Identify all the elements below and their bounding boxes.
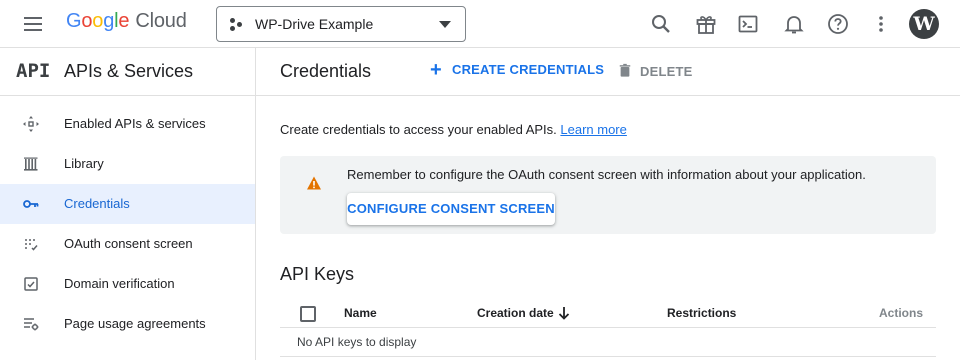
sidebar-item-enabled-apis[interactable]: Enabled APIs & services: [0, 104, 255, 144]
sidebar-item-oauth-consent[interactable]: OAuth consent screen: [0, 224, 255, 264]
page-usage-icon: [22, 315, 40, 333]
oauth-notice: Remember to configure the OAuth consent …: [280, 156, 936, 234]
column-creation-date[interactable]: Creation date: [477, 306, 554, 320]
create-credentials-label: CREATE CREDENTIALS: [452, 62, 605, 77]
library-icon: [22, 155, 40, 173]
logo-letter: g: [103, 10, 115, 32]
trash-icon: [618, 62, 634, 80]
learn-more-link[interactable]: Learn more: [560, 122, 626, 137]
gift-icon[interactable]: [692, 10, 720, 38]
google-wordmark: Google: [66, 10, 130, 32]
help-icon[interactable]: [824, 10, 852, 38]
oauth-consent-icon: [22, 235, 40, 253]
menu-icon[interactable]: [22, 14, 46, 34]
notice-message: Remember to configure the OAuth consent …: [347, 167, 866, 182]
warning-icon: [306, 175, 322, 191]
sidebar-item-domain-verification[interactable]: Domain verification: [0, 264, 255, 304]
column-restrictions[interactable]: Restrictions: [667, 306, 736, 320]
google-cloud-logo[interactable]: Google Cloud: [66, 10, 187, 33]
logo-letter: e: [118, 10, 130, 32]
logo-product: Cloud: [135, 10, 187, 32]
logo-letter: G: [66, 10, 82, 32]
key-icon: [22, 195, 40, 213]
sidebar-item-label: Library: [64, 156, 104, 171]
plus-icon: +: [430, 59, 442, 81]
delete-button[interactable]: DELETE: [618, 62, 692, 82]
sidebar-item-label: Page usage agreements: [64, 316, 206, 331]
column-actions: Actions: [879, 306, 924, 320]
notifications-icon[interactable]: [780, 10, 808, 38]
sidebar-item-page-usage[interactable]: Page usage agreements: [0, 304, 255, 344]
top-bar: Google Cloud WP-Drive Example W: [0, 0, 960, 48]
empty-table-message: No API keys to display: [297, 335, 417, 349]
page-header: Credentials + CREATE CREDENTIALS DELETE: [256, 48, 960, 96]
domain-verification-icon: [22, 275, 40, 293]
intro-message: Create credentials to access your enable…: [280, 122, 557, 137]
wordpress-avatar[interactable]: W: [909, 9, 939, 39]
more-vert-icon[interactable]: [867, 10, 895, 38]
intro-text: Create credentials to access your enable…: [280, 122, 627, 137]
api-keys-table-header: Name Creation date Restrictions Actions: [280, 298, 936, 328]
sort-descending-icon[interactable]: [556, 305, 572, 321]
sidebar-item-label: Enabled APIs & services: [64, 116, 206, 131]
api-logo: API: [16, 60, 51, 82]
sidebar-item-library[interactable]: Library: [0, 144, 255, 184]
logo-letter: o: [92, 10, 104, 32]
sidebar-item-label: Credentials: [64, 196, 130, 211]
project-name: WP-Drive Example: [255, 16, 374, 32]
logo-letter: o: [81, 10, 93, 32]
column-name[interactable]: Name: [344, 306, 377, 320]
search-icon[interactable]: [647, 10, 675, 38]
page-title: Credentials: [280, 61, 372, 81]
enabled-apis-icon: [22, 115, 40, 133]
sidebar: API APIs & Services Enabled APIs & servi…: [0, 48, 256, 360]
configure-consent-screen-button[interactable]: CONFIGURE CONSENT SCREEN: [347, 193, 555, 225]
project-selector[interactable]: WP-Drive Example: [216, 6, 466, 42]
cloud-shell-icon[interactable]: [734, 10, 762, 38]
chevron-down-icon: [439, 21, 451, 28]
table-divider: [280, 356, 936, 357]
sidebar-item-label: Domain verification: [64, 276, 175, 291]
sidebar-title: APIs & Services: [64, 61, 194, 81]
sidebar-item-label: OAuth consent screen: [64, 236, 193, 251]
create-credentials-button[interactable]: + CREATE CREDENTIALS: [430, 59, 605, 82]
api-keys-title: API Keys: [280, 264, 355, 284]
project-icon: [230, 18, 244, 32]
sidebar-item-credentials[interactable]: Credentials: [0, 184, 255, 224]
select-all-checkbox[interactable]: [300, 306, 316, 322]
delete-label: DELETE: [640, 64, 693, 79]
sidebar-header: API APIs & Services: [0, 48, 255, 96]
